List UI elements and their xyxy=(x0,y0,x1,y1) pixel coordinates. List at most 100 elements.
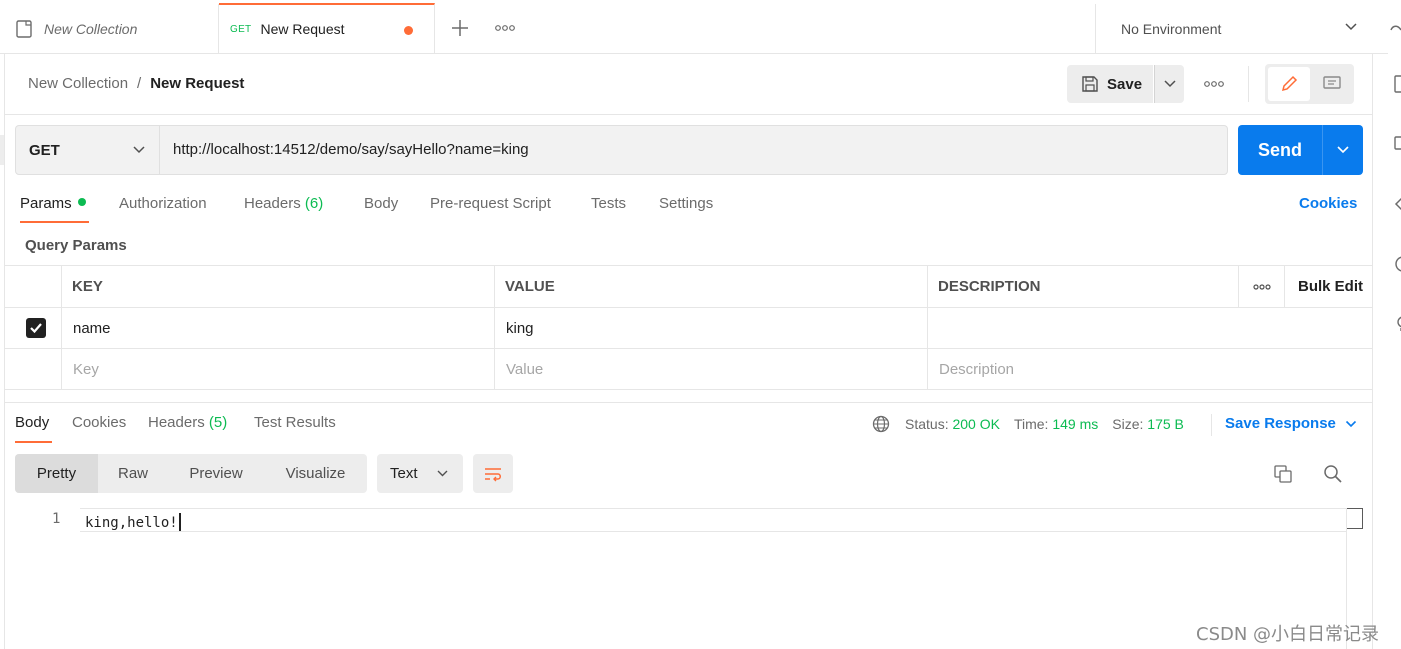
key-input[interactable]: Key xyxy=(61,349,494,389)
value-cell[interactable]: king xyxy=(494,308,927,348)
tab-label: Cookies xyxy=(72,414,127,431)
tab-title: New Request xyxy=(260,21,345,37)
toolbar-divider xyxy=(1248,66,1249,102)
pencil-icon xyxy=(1281,75,1298,92)
view-mode-visualize[interactable]: Visualize xyxy=(264,454,367,493)
chevron-down-icon xyxy=(437,470,448,477)
checkmark-icon xyxy=(30,323,42,334)
status-value[interactable]: 200 OK xyxy=(952,416,999,432)
tab-headers[interactable]: Headers (6) xyxy=(244,195,323,212)
copy-icon[interactable] xyxy=(1273,464,1293,484)
left-sidebar-marker xyxy=(0,135,4,165)
description-cell[interactable] xyxy=(927,308,1372,348)
time-value[interactable]: 149 ms xyxy=(1052,416,1098,432)
send-options-button[interactable] xyxy=(1322,125,1363,175)
value-input[interactable]: Value xyxy=(494,349,927,389)
info-icon[interactable] xyxy=(1393,254,1401,274)
comments-icon[interactable] xyxy=(1393,134,1401,154)
save-response-label: Save Response xyxy=(1225,415,1336,432)
send-button[interactable]: Send xyxy=(1238,125,1322,175)
response-tab-headers[interactable]: Headers (5) xyxy=(148,414,227,431)
checkbox-column-header xyxy=(5,266,61,307)
search-icon[interactable] xyxy=(1323,464,1343,484)
column-options-button[interactable] xyxy=(1238,266,1284,307)
value-column-header: VALUE xyxy=(494,266,927,307)
environment-label: No Environment xyxy=(1121,21,1222,37)
tab-label: Tests xyxy=(591,195,627,212)
save-button[interactable]: Save xyxy=(1067,65,1153,103)
tab-title: New Collection xyxy=(44,21,138,37)
tab-pre-request-script[interactable]: Pre-request Script xyxy=(430,195,551,212)
unsaved-dot-icon xyxy=(404,26,413,35)
status-divider xyxy=(1211,414,1212,436)
description-input[interactable]: Description xyxy=(927,349,1372,389)
code-icon[interactable] xyxy=(1393,194,1401,214)
size-value[interactable]: 175 B xyxy=(1147,416,1184,432)
tab-authorization[interactable]: Authorization xyxy=(119,195,207,212)
new-param-row: Key Value Description xyxy=(5,349,1372,390)
comment-mode-button[interactable] xyxy=(1312,67,1352,101)
response-tab-cookies[interactable]: Cookies xyxy=(72,414,126,431)
tab-settings[interactable]: Settings xyxy=(659,195,713,212)
view-mode-pretty[interactable]: Pretty xyxy=(15,454,98,493)
key-cell[interactable]: name xyxy=(61,308,494,348)
tab-tests[interactable]: Tests xyxy=(591,195,626,212)
time-label: Time: xyxy=(1013,416,1049,432)
bulk-edit-button[interactable]: Bulk Edit xyxy=(1284,266,1372,307)
globe-icon[interactable] xyxy=(872,415,890,433)
documentation-icon[interactable] xyxy=(1393,74,1401,94)
comment-icon xyxy=(1323,76,1341,89)
url-bar: GET http://localhost:14512/demo/say/sayH… xyxy=(15,125,1228,175)
code-text: king,hello! xyxy=(85,515,178,531)
tab-params[interactable]: Params xyxy=(20,195,86,212)
more-actions-icon[interactable] xyxy=(1204,78,1224,90)
tab-label: Pre-request Script xyxy=(430,195,551,212)
method-select[interactable]: GET xyxy=(16,126,160,174)
active-tab-indicator xyxy=(15,441,52,443)
save-response-button[interactable]: Save Response xyxy=(1225,415,1357,432)
edit-mode-button[interactable] xyxy=(1268,67,1310,101)
response-tab-test-results[interactable]: Test Results xyxy=(254,414,336,431)
row-checkbox[interactable] xyxy=(26,318,46,338)
response-body-editor[interactable]: 1 king,hello! xyxy=(5,505,1363,649)
tab-label: Body xyxy=(15,414,50,431)
tab-label: Settings xyxy=(659,195,714,212)
scrollbar-thumb[interactable] xyxy=(1347,508,1363,529)
response-tab-body[interactable]: Body xyxy=(15,414,49,431)
language-label: Text xyxy=(390,465,418,482)
tab-label: Params xyxy=(20,195,72,212)
params-active-dot-icon xyxy=(77,198,86,206)
save-group: Save xyxy=(1067,65,1184,103)
more-tabs-icon[interactable] xyxy=(495,22,515,34)
tab-new-collection[interactable]: New Collection xyxy=(0,4,219,54)
environment-select[interactable]: No Environment xyxy=(1095,4,1372,54)
breadcrumb: New Collection / New Request xyxy=(28,75,244,92)
status-label: Status: xyxy=(905,416,949,432)
breadcrumb-request[interactable]: New Request xyxy=(150,75,244,92)
plus-icon[interactable] xyxy=(449,17,471,39)
tab-new-request[interactable]: GET New Request xyxy=(219,3,435,53)
url-input[interactable]: http://localhost:14512/demo/say/sayHello… xyxy=(173,141,529,158)
row-checkbox-cell xyxy=(5,349,61,389)
eye-icon[interactable] xyxy=(1388,22,1401,38)
query-params-title: Query Params xyxy=(25,237,127,254)
view-mode-raw[interactable]: Raw xyxy=(98,454,168,493)
language-select[interactable]: Text xyxy=(377,454,463,493)
tab-body[interactable]: Body xyxy=(364,195,398,212)
params-header-row: KEY VALUE DESCRIPTION Bulk Edit xyxy=(5,265,1372,308)
chevron-down-icon xyxy=(1345,23,1357,31)
tab-bar: New Collection GET New Request No Enviro… xyxy=(0,3,1401,54)
view-mode-preview[interactable]: Preview xyxy=(168,454,264,493)
lightbulb-icon[interactable] xyxy=(1393,314,1401,334)
response-divider xyxy=(5,402,1372,403)
row-checkbox-cell xyxy=(5,308,61,348)
breadcrumb-collection[interactable]: New Collection xyxy=(28,75,128,92)
tab-label: Test Results xyxy=(254,414,336,431)
chevron-down-icon xyxy=(1163,80,1176,88)
save-options-button[interactable] xyxy=(1154,65,1184,103)
cookies-link[interactable]: Cookies xyxy=(1299,195,1357,212)
table-row: name king xyxy=(5,308,1372,349)
wrap-lines-button[interactable] xyxy=(473,454,513,493)
tab-label: Authorization xyxy=(119,195,207,212)
watermark: CSDN @小白日常记录 xyxy=(1196,624,1380,645)
